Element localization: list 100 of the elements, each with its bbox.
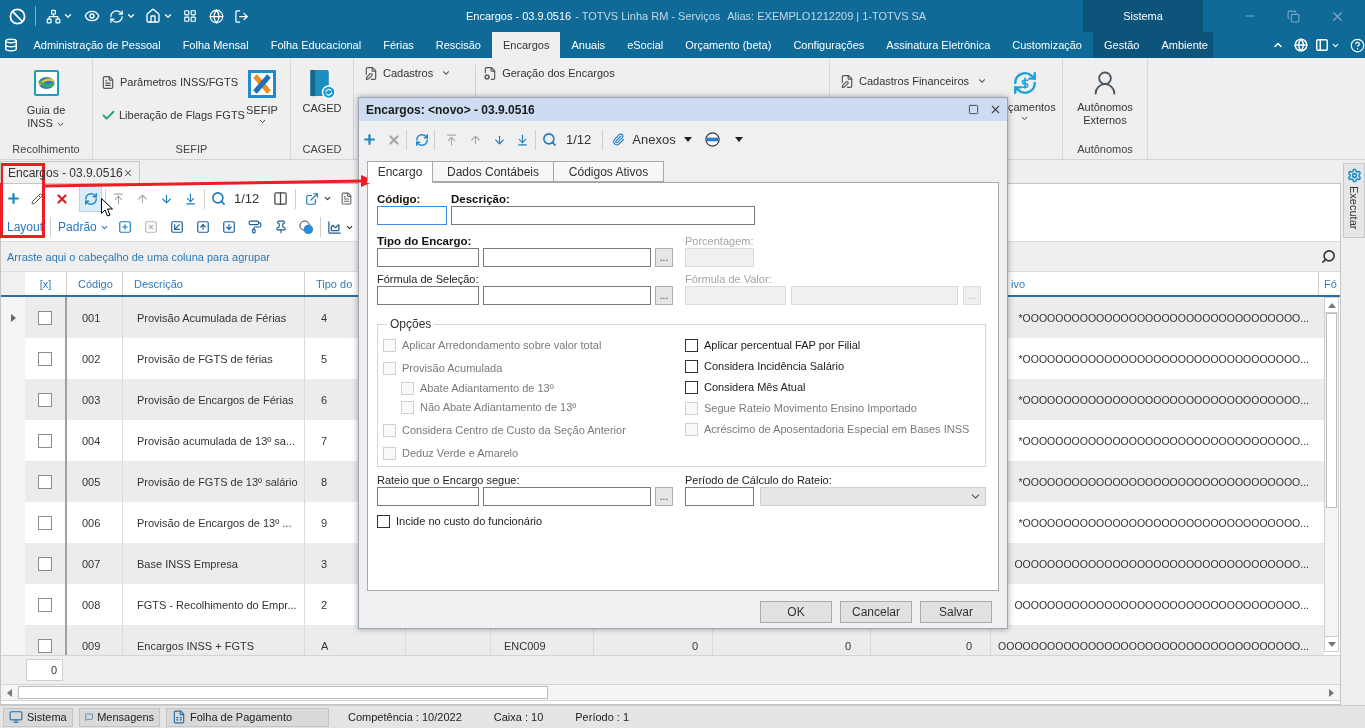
circles-icon[interactable] bbox=[298, 219, 314, 235]
checkbox[interactable] bbox=[38, 433, 52, 448]
ribbon-button[interactable]: Liberação de Flags FGTS bbox=[101, 107, 245, 123]
side-tab[interactable]: Executar bbox=[1343, 163, 1365, 238]
add-row-icon[interactable] bbox=[117, 220, 132, 234]
ribbon-button[interactable]: CAGED bbox=[302, 69, 342, 115]
checkbox[interactable] bbox=[38, 392, 52, 407]
menu-tab[interactable]: Customização bbox=[1001, 32, 1093, 58]
column-header[interactable]: Tipo do bbox=[316, 276, 353, 291]
text-field[interactable] bbox=[377, 487, 479, 506]
tab[interactable]: Encargo bbox=[367, 161, 433, 183]
help-icon[interactable] bbox=[1350, 37, 1365, 53]
text-field[interactable] bbox=[377, 206, 447, 225]
dialog-button[interactable]: OK bbox=[760, 601, 832, 623]
menu-tab[interactable]: Assinatura Eletrônica bbox=[875, 32, 1002, 58]
hierarchy-icon[interactable] bbox=[46, 8, 61, 24]
home-icon[interactable] bbox=[145, 8, 161, 24]
columns-icon[interactable] bbox=[273, 191, 289, 206]
lookup-button[interactable]: ... bbox=[655, 487, 673, 506]
globe-icon[interactable] bbox=[1294, 38, 1308, 52]
column-header[interactable]: ivo bbox=[1011, 276, 1026, 291]
column-header[interactable]: Fó bbox=[1324, 276, 1337, 291]
layout-button[interactable]: Layout bbox=[7, 220, 44, 234]
tab[interactable]: Dados Contábeis bbox=[433, 161, 554, 182]
checkbox[interactable] bbox=[38, 351, 52, 366]
add-icon[interactable] bbox=[362, 132, 377, 147]
move-top-icon[interactable] bbox=[445, 132, 458, 147]
restore-icon[interactable] bbox=[1287, 9, 1300, 23]
text-field[interactable] bbox=[685, 487, 754, 506]
grid-icon[interactable] bbox=[183, 9, 197, 23]
ribbon-button[interactable]: Cadastros bbox=[364, 65, 452, 81]
delete-icon[interactable] bbox=[387, 132, 401, 147]
eye-icon[interactable] bbox=[84, 8, 100, 24]
area-chart-icon[interactable] bbox=[326, 219, 342, 235]
checkbox[interactable] bbox=[38, 515, 52, 530]
menu-tab[interactable]: Férias bbox=[372, 32, 425, 58]
ribbon-button[interactable]: çamentos bbox=[1008, 58, 1062, 123]
checkbox[interactable] bbox=[685, 338, 698, 352]
menu-tab[interactable]: Ambiente bbox=[1150, 32, 1219, 58]
database-icon[interactable] bbox=[4, 38, 19, 52]
horizontal-scrollbar[interactable] bbox=[1, 684, 1340, 701]
checkbox[interactable] bbox=[38, 474, 52, 489]
caret-icon[interactable] bbox=[734, 137, 743, 142]
text-field[interactable] bbox=[483, 286, 651, 305]
menu-tab[interactable]: eSocial bbox=[616, 32, 675, 58]
text-field[interactable] bbox=[483, 487, 651, 506]
export-icon[interactable] bbox=[305, 191, 320, 206]
refresh-icon[interactable] bbox=[415, 132, 429, 147]
search-icon[interactable] bbox=[1321, 249, 1336, 264]
column-header[interactable]: Descrição bbox=[134, 276, 183, 291]
globe-icon[interactable] bbox=[209, 8, 224, 24]
close-icon[interactable] bbox=[989, 103, 1002, 116]
dialog-button[interactable]: Salvar bbox=[920, 601, 992, 623]
remove-row-icon[interactable] bbox=[143, 220, 158, 234]
menu-tab[interactable]: Rescisão bbox=[424, 32, 492, 58]
disc-icon[interactable] bbox=[704, 132, 720, 147]
menu-tab[interactable]: Orçamento (beta) bbox=[674, 32, 783, 58]
exit-icon[interactable] bbox=[234, 8, 249, 24]
ribbon-button[interactable]: Parâmetros INSS/FGTS bbox=[101, 74, 245, 90]
power-icon[interactable] bbox=[9, 7, 26, 25]
ribbon-button[interactable]: Autônomos Externos bbox=[1070, 69, 1140, 129]
pencil-icon[interactable] bbox=[31, 192, 43, 205]
move-bottom-icon[interactable] bbox=[184, 191, 197, 206]
menu-tab[interactable]: Gestão bbox=[1093, 32, 1151, 58]
text-field[interactable] bbox=[483, 248, 651, 267]
checkbox[interactable] bbox=[377, 514, 390, 528]
checkbox[interactable] bbox=[38, 556, 52, 571]
ribbon-button[interactable]: Guia de INSS bbox=[17, 70, 75, 139]
view-dropdown[interactable]: Padrão bbox=[58, 220, 109, 234]
text-field[interactable] bbox=[451, 206, 755, 225]
tab[interactable]: Códigos Ativos bbox=[554, 161, 664, 182]
menu-tab[interactable]: Folha Mensal bbox=[171, 32, 260, 58]
status-button[interactable]: Folha de Pagamento bbox=[166, 707, 329, 727]
column-header[interactable]: Código bbox=[78, 276, 113, 291]
add-icon[interactable] bbox=[6, 191, 21, 206]
checkbox[interactable] bbox=[38, 310, 52, 325]
dialog-button[interactable]: Cancelar bbox=[840, 601, 912, 623]
status-button[interactable]: Mensagens bbox=[79, 707, 160, 727]
menu-tab[interactable]: Folha Educacional bbox=[259, 32, 373, 58]
paint-roller-icon[interactable] bbox=[247, 220, 262, 234]
status-button[interactable]: Sistema bbox=[3, 707, 73, 727]
attachments-button[interactable]: Anexos bbox=[612, 132, 692, 147]
lookup-button[interactable]: ... bbox=[655, 286, 673, 305]
maximize-icon[interactable] bbox=[968, 104, 979, 115]
checkbox[interactable] bbox=[38, 597, 52, 612]
checkbox[interactable] bbox=[685, 380, 698, 394]
close-icon[interactable] bbox=[123, 167, 133, 178]
delete-icon[interactable] bbox=[55, 191, 69, 206]
ribbon-button[interactable]: Geração dos Encargos bbox=[483, 65, 615, 81]
lookup-button[interactable]: ... bbox=[655, 248, 673, 267]
menu-tab[interactable]: Anuais bbox=[560, 32, 617, 58]
menu-tab[interactable]: Configurações bbox=[782, 32, 876, 58]
panel-icon[interactable] bbox=[1315, 38, 1329, 52]
menu-tab[interactable]: Encargos bbox=[492, 32, 561, 58]
ribbon-button[interactable]: SEFIP bbox=[246, 58, 278, 139]
ribbon-button[interactable]: Cadastros Financeiros bbox=[840, 73, 988, 89]
document-icon[interactable] bbox=[340, 191, 354, 206]
pin-icon[interactable] bbox=[273, 220, 288, 234]
text-field[interactable] bbox=[377, 248, 479, 267]
vertical-scrollbar[interactable] bbox=[1324, 297, 1339, 652]
